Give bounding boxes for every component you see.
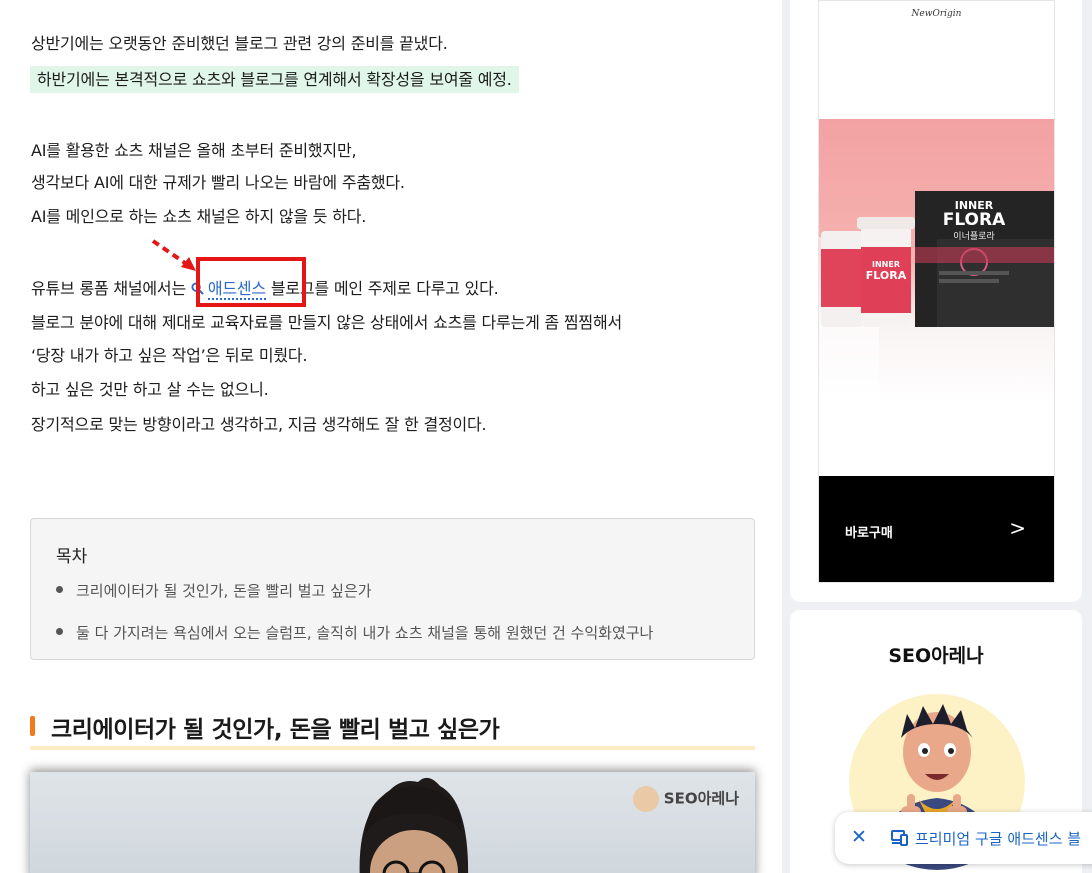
banner-text: 프리미엄 구글 애드센스 블: [915, 830, 1082, 848]
buy-now-button[interactable]: 바로구매 >: [819, 476, 1054, 582]
section-heading: 크리에이터가 될 것인가, 돈을 빨리 벌고 싶은가: [30, 710, 755, 750]
paragraph: 생각보다 AI에 대한 규제가 빨리 나오는 바람에 주춤했다.: [31, 173, 405, 192]
ad-product-image[interactable]: INNER FLORA INNER FLORA 이너플로라: [819, 119, 1054, 402]
toc-title: 목차: [56, 547, 88, 567]
paragraph: ‘당장 내가 하고 싶은 작업’은 뒤로 미뤘다.: [31, 346, 308, 365]
bullet-icon: [56, 628, 63, 635]
box-label: 이너플로라: [953, 231, 995, 242]
heading-accent-bar: [30, 716, 35, 736]
bottle-label: INNER: [872, 260, 900, 269]
highlight: 하반기에는 본격적으로 쇼츠와 블로그를 연계해서 확장성을 보여줄 예정.: [30, 66, 519, 93]
toc-item-label: 크리에이터가 될 것인가, 돈을 빨리 벌고 싶은가: [76, 582, 372, 600]
device-icon: [891, 830, 908, 846]
paragraph: AI를 메인으로 하는 쇼츠 채널은 하지 않을 듯 하다.: [31, 207, 367, 226]
table-of-contents: 목차 크리에이터가 될 것인가, 돈을 빨리 벌고 싶은가 둘 다 가지려는 욕…: [30, 518, 755, 660]
annotation-arrow-icon: [151, 239, 196, 271]
highlighted-paragraph: 하반기에는 본격적으로 쇼츠와 블로그를 연계해서 확장성을 보여줄 예정.: [30, 66, 519, 93]
ad-brand-logo: NewOrigin: [911, 9, 962, 19]
annotation-highlight-box: [196, 257, 306, 307]
advertisement[interactable]: NewOrigin INNER FLORA INNER FLORA 이너플로라 …: [818, 0, 1055, 583]
profile-title: SEO아레나: [888, 645, 984, 667]
box-label: FLORA: [943, 210, 1006, 230]
toc-item[interactable]: 둘 다 가지려는 욕심에서 오는 슬럼프, 솔직히 내가 쇼츠 채널을 통해 원…: [56, 622, 653, 643]
product-bottles-icon: INNER FLORA INNER FLORA 이너플로라: [819, 191, 1054, 402]
toc-item-label: 둘 다 가지려는 욕심에서 오는 슬럼프, 솔직히 내가 쇼츠 채널을 통해 원…: [76, 624, 654, 642]
bottle-label: FLORA: [866, 269, 907, 282]
image-watermark: SEO아레나: [632, 786, 739, 812]
paragraph-text: 유튜브 롱폼 채널에서는: [31, 279, 186, 298]
watermark-text: SEO아레나: [663, 789, 739, 808]
adsense-promo-banner[interactable]: ✕ 프리미엄 구글 애드센스 블: [835, 812, 1092, 864]
post-content: 상반기에는 오랫동안 준비했던 블로그 관련 강의 준비를 끝냈다. 하반기에는…: [0, 0, 782, 873]
post-image: SEO아레나: [30, 772, 755, 873]
toc-item[interactable]: 크리에이터가 될 것인가, 돈을 빨리 벌고 싶은가: [56, 580, 372, 601]
avatar: [632, 786, 659, 812]
paragraph: 블로그 분야에 대해 제대로 교육자료를 만들지 않은 상태에서 쇼츠를 다루는…: [31, 313, 622, 332]
paragraph: AI를 활용한 쇼츠 채널은 올해 초부터 준비했지만,: [31, 141, 357, 160]
chevron-right-icon: >: [1009, 516, 1026, 540]
paragraph: 하고 싶은 것만 하고 살 수는 없으니.: [31, 380, 269, 399]
paragraph: 상반기에는 오랫동안 준비했던 블로그 관련 강의 준비를 끝냈다.: [31, 34, 448, 53]
bullet-icon: [56, 586, 63, 593]
close-icon[interactable]: ✕: [851, 826, 867, 848]
section-heading-text: 크리에이터가 될 것인가, 돈을 빨리 벌고 싶은가: [51, 717, 500, 743]
paragraph: 장기적으로 맞는 방향이라고 생각하고, 지금 생각해도 잘 한 결정이다.: [31, 415, 487, 434]
buy-now-label: 바로구매: [845, 526, 893, 541]
